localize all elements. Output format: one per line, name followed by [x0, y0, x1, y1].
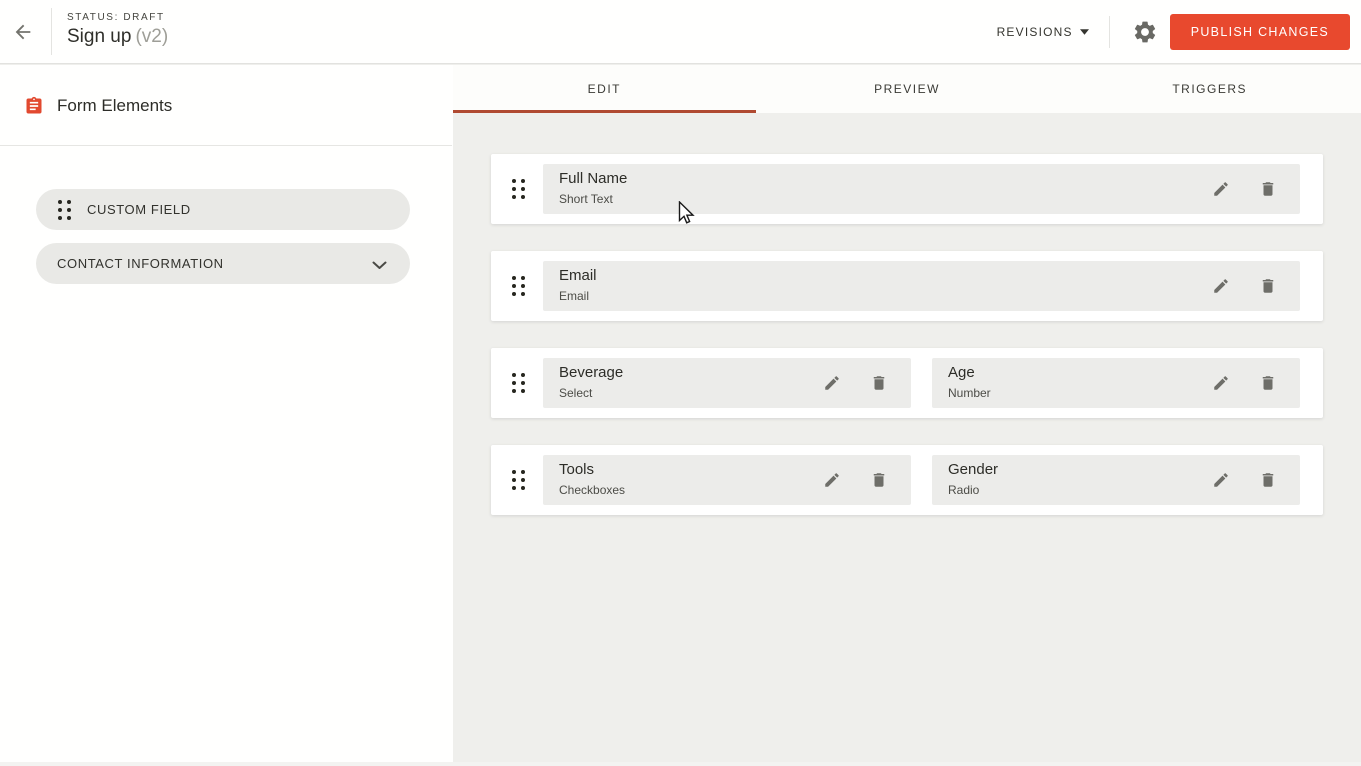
- field-title: Age: [948, 364, 975, 381]
- document-name: Sign up: [67, 26, 131, 47]
- revisions-label: REVISIONS: [997, 25, 1073, 39]
- field-type-label: Short Text: [559, 192, 613, 206]
- pencil-icon[interactable]: [1212, 471, 1230, 489]
- trash-icon[interactable]: [1259, 374, 1277, 392]
- field-type-label: Checkboxes: [559, 483, 625, 497]
- trash-icon[interactable]: [1259, 471, 1277, 489]
- field-panel[interactable]: Full Name Short Text: [543, 164, 1300, 214]
- field-title: Email: [559, 267, 597, 284]
- sidebar-item-contact-information[interactable]: CONTACT INFORMATION: [36, 243, 410, 284]
- trash-icon[interactable]: [870, 374, 888, 392]
- field-panel[interactable]: Tools Checkboxes: [543, 455, 911, 505]
- topbar-actions: REVISIONS PUBLISH CHANGES: [997, 0, 1350, 64]
- tab-bar: EDIT PREVIEW TRIGGERS: [453, 65, 1361, 113]
- field-title: Full Name: [559, 170, 627, 187]
- sidebar-title: Form Elements: [57, 96, 172, 116]
- clipboard-icon: [24, 96, 44, 116]
- field-card: Beverage Select Age Number: [491, 348, 1323, 418]
- tab-preview[interactable]: PREVIEW: [756, 65, 1059, 113]
- field-panel[interactable]: Age Number: [932, 358, 1300, 408]
- pencil-icon[interactable]: [1212, 180, 1230, 198]
- field-panel[interactable]: Beverage Select: [543, 358, 911, 408]
- field-card: Tools Checkboxes Gender Radio: [491, 445, 1323, 515]
- field-type-label: Number: [948, 386, 991, 400]
- drag-handle-icon[interactable]: [512, 470, 525, 490]
- drag-handle-icon[interactable]: [58, 200, 71, 220]
- field-title: Gender: [948, 461, 998, 478]
- field-type-label: Email: [559, 289, 589, 303]
- sidebar-header: Form Elements: [0, 65, 453, 145]
- sidebar-item-label: CUSTOM FIELD: [87, 202, 191, 217]
- document-version: (v2): [135, 26, 168, 47]
- sidebar-divider: [0, 145, 452, 146]
- sidebar: Form Elements CUSTOM FIELD CONTACT INFOR…: [0, 65, 453, 762]
- page-title: Sign up(v2): [67, 26, 168, 48]
- trash-icon[interactable]: [1259, 277, 1277, 295]
- field-panel[interactable]: Gender Radio: [932, 455, 1300, 505]
- field-title: Tools: [559, 461, 594, 478]
- top-bar: STATUS: DRAFT Sign up(v2) REVISIONS PUBL…: [0, 0, 1361, 64]
- trash-icon[interactable]: [870, 471, 888, 489]
- drag-handle-icon[interactable]: [512, 276, 525, 296]
- publish-changes-button[interactable]: PUBLISH CHANGES: [1170, 14, 1350, 50]
- status-badge: STATUS: DRAFT: [67, 12, 168, 23]
- sidebar-item-custom-field[interactable]: CUSTOM FIELD: [36, 189, 410, 230]
- tab-edit[interactable]: EDIT: [453, 65, 756, 113]
- field-panel[interactable]: Email Email: [543, 261, 1300, 311]
- field-card: Full Name Short Text: [491, 154, 1323, 224]
- trash-icon[interactable]: [1259, 180, 1277, 198]
- document-title-block: STATUS: DRAFT Sign up(v2): [67, 12, 168, 48]
- form-canvas: Full Name Short Text Email Email Beverage Sel…: [453, 113, 1361, 766]
- pencil-icon[interactable]: [1212, 277, 1230, 295]
- drag-handle-icon[interactable]: [512, 373, 525, 393]
- revisions-dropdown[interactable]: REVISIONS: [997, 25, 1089, 39]
- drag-handle-icon[interactable]: [512, 179, 525, 199]
- pencil-icon[interactable]: [1212, 374, 1230, 392]
- sidebar-item-label: CONTACT INFORMATION: [57, 256, 224, 271]
- field-type-label: Radio: [948, 483, 979, 497]
- horizontal-scrollbar-track[interactable]: [0, 762, 1361, 766]
- pencil-icon[interactable]: [823, 374, 841, 392]
- topbar-divider: [1109, 16, 1110, 48]
- tab-triggers[interactable]: TRIGGERS: [1058, 65, 1361, 113]
- back-arrow-icon[interactable]: [8, 18, 38, 46]
- field-card: Email Email: [491, 251, 1323, 321]
- field-type-label: Select: [559, 386, 592, 400]
- gear-icon[interactable]: [1131, 18, 1159, 46]
- chevron-down-icon[interactable]: [372, 257, 387, 275]
- topbar-divider: [51, 8, 52, 55]
- field-title: Beverage: [559, 364, 623, 381]
- pencil-icon[interactable]: [823, 471, 841, 489]
- caret-down-icon: [1080, 29, 1089, 35]
